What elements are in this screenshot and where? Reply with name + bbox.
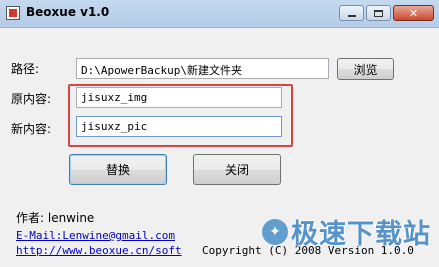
author-text: 作者: lenwine	[16, 211, 95, 225]
original-content-label: 原内容:	[11, 92, 52, 106]
highlight-box	[68, 84, 293, 147]
close-window-button[interactable]: ✕	[393, 5, 434, 21]
new-content-label: 新内容:	[11, 122, 52, 136]
maximize-icon	[374, 9, 383, 17]
watermark-text: 极速下载站	[291, 219, 431, 250]
email-link[interactable]: E-Mail:Lenwine@gmail.com	[16, 229, 175, 242]
website-link[interactable]: http://www.beoxue.cn/soft	[16, 244, 182, 257]
minimize-button[interactable]	[339, 5, 364, 21]
path-label: 路径:	[11, 62, 40, 76]
watermark-logo-icon: ✦	[262, 218, 288, 245]
title-bar[interactable]: Beoxue v1.0 ✕	[0, 0, 439, 28]
maximize-button[interactable]	[366, 5, 391, 21]
watermark: ✦ 极速下载站	[262, 212, 431, 251]
browse-button[interactable]: 浏览	[337, 58, 394, 80]
close-icon: ✕	[408, 6, 419, 20]
app-icon	[6, 6, 20, 20]
minimize-icon	[347, 15, 356, 17]
window-title: Beoxue v1.0	[26, 5, 110, 19]
path-field[interactable]: D:\ApowerBackup\新建文件夹	[76, 58, 329, 79]
replace-button[interactable]: 替换	[69, 154, 167, 185]
close-button[interactable]: 关闭	[193, 154, 281, 185]
